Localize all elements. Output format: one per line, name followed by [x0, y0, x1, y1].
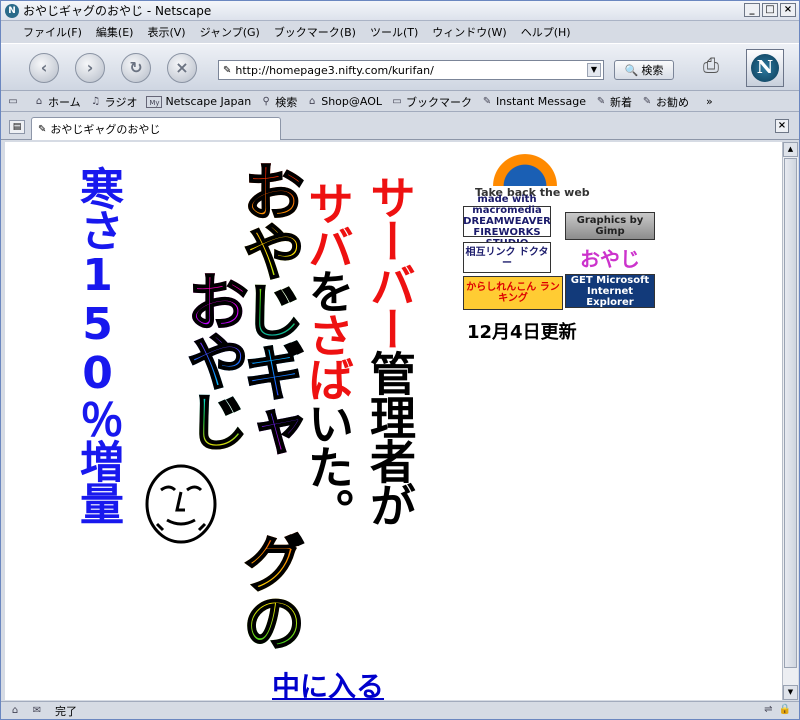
vertical-scrollbar[interactable]: ▲ ▼	[782, 142, 798, 700]
toolbar-new[interactable]: ✎ 新着	[595, 94, 632, 110]
menu-edit[interactable]: 編集(E)	[96, 24, 134, 40]
oyaji-title: おやじ	[175, 269, 250, 451]
url-dropdown-button[interactable]: ▼	[587, 63, 601, 77]
new-tab-icon[interactable]: ▤	[9, 120, 25, 134]
page-icon: ✎	[223, 64, 232, 76]
oyaji-face-drawing	[145, 464, 217, 544]
personal-toolbar: ▭ ⌂ ホーム ♫ ラジオ My Netscape Japan ⚲ 検索 ⌂ Shop@A…	[1, 92, 799, 112]
im-icon: ✎	[482, 95, 492, 107]
shop-icon: ⌂	[309, 95, 316, 107]
badge-area: Take back the web made with macromedia D…	[463, 150, 663, 320]
menu-tools[interactable]: ツール(T)	[370, 24, 418, 40]
firefox-logo[interactable]	[483, 154, 567, 186]
navigation-toolbar: ‹ › ↻ × ✎ ▼ 🔍 検索 ⎙ N	[1, 43, 799, 91]
component-bar-icon[interactable]: ⌂	[7, 705, 23, 717]
get-ie-badge[interactable]: GET Microsoft Internet Explorer	[565, 274, 655, 308]
close-tab-button[interactable]: ×	[775, 119, 789, 133]
menu-bookmarks[interactable]: ブックマーク(B)	[274, 24, 356, 40]
toolbar-search[interactable]: ⚲ 検索	[260, 94, 298, 110]
lock-icon[interactable]: 🔒	[779, 704, 791, 715]
menu-view[interactable]: 表示(V)	[147, 24, 185, 40]
menu-help[interactable]: ヘルプ(H)	[521, 24, 571, 40]
close-button[interactable]: ×	[780, 3, 796, 17]
scroll-up-button[interactable]: ▲	[783, 142, 798, 157]
toolbar-radio[interactable]: ♫ ラジオ	[90, 94, 137, 110]
toolbar-overflow[interactable]: »	[706, 95, 713, 108]
reload-button[interactable]: ↻	[121, 53, 151, 83]
gimp-badge[interactable]: Graphics by Gimp	[565, 212, 655, 240]
back-button[interactable]: ‹	[29, 53, 59, 83]
browser-window: N おやじギャグのおやじ - Netscape _ □ × ファイル(F) 編集…	[0, 0, 800, 720]
tab-icon: ▭	[8, 95, 18, 107]
search-button[interactable]: 🔍 検索	[614, 60, 674, 80]
bookmark-folder-icon: ▭	[392, 95, 402, 107]
new-icon: ✎	[596, 95, 606, 107]
netscape-logo[interactable]: N	[746, 49, 784, 87]
menu-bar: ファイル(F) 編集(E) 表示(V) ジャンプ(G) ブックマーク(B) ツー…	[1, 22, 799, 42]
saba-text: サバをさばいた。	[301, 180, 355, 532]
radio-icon: ♫	[91, 95, 101, 107]
macromedia-badge[interactable]: made with macromedia DREAMWEAVER FIREWOR…	[463, 194, 551, 249]
server-admin-text: サーバー管理者が	[363, 174, 417, 526]
my-icon: My	[146, 95, 163, 108]
menu-go[interactable]: ジャンプ(G)	[200, 24, 260, 40]
oyaji-badge[interactable]: おやじ	[565, 246, 655, 272]
magnifier-icon: 🔍	[624, 63, 639, 77]
toolbar-home[interactable]: ⌂ ホーム	[33, 94, 81, 110]
tab-active[interactable]: ✎ おやじギャグのおやじ	[31, 117, 281, 140]
updated-date: 12月4日更新	[467, 322, 577, 343]
page-icon: ✎	[38, 123, 47, 135]
status-text: 完了	[55, 704, 77, 718]
enter-link[interactable]: 中に入る	[272, 665, 384, 700]
toolbar-shop-aol[interactable]: ⌂ Shop@AOL	[306, 95, 382, 108]
print-icon[interactable]: ⎙	[697, 52, 725, 78]
maximize-button[interactable]: □	[762, 3, 778, 17]
tab-toolbar-button[interactable]: ▭	[7, 96, 19, 108]
stop-button[interactable]: ×	[167, 53, 197, 83]
forward-button[interactable]: ›	[75, 53, 105, 83]
status-bar: ⌂ ✉ 完了 ⇌ 🔒	[1, 701, 799, 719]
menu-file[interactable]: ファイル(F)	[23, 24, 82, 40]
home-icon: ⌂	[35, 95, 43, 107]
url-input[interactable]	[235, 62, 576, 78]
scroll-down-button[interactable]: ▼	[783, 685, 798, 700]
url-bar: ✎ ▼	[218, 60, 604, 80]
minimize-button[interactable]: _	[744, 3, 760, 17]
toolbar-netscape-japan[interactable]: My Netscape Japan	[146, 95, 251, 108]
search-icon: ⚲	[262, 95, 270, 107]
netscape-icon: N	[5, 3, 19, 18]
offline-icon[interactable]: ⇌	[764, 704, 772, 715]
recommend-icon: ✎	[642, 95, 652, 107]
link-doctor-badge[interactable]: 相互リンク ドクター	[463, 242, 551, 273]
menu-window[interactable]: ウィンドウ(W)	[432, 24, 506, 40]
toolbar-recommend[interactable]: ✎ お勧め	[641, 94, 689, 110]
toolbar-instant-message[interactable]: ✎ Instant Message	[481, 95, 586, 108]
cold-150-text: 寒さ150％増量	[72, 166, 123, 523]
toolbar-bookmarks[interactable]: ▭ ブックマーク	[391, 94, 472, 110]
page-content: 寒さ150％増量 おやじギャ グの おやじ サーバー管理者が サバをさばいた。 …	[5, 142, 783, 700]
scroll-thumb[interactable]	[784, 158, 797, 668]
window-title: おやじギャグのおやじ - Netscape	[23, 4, 212, 18]
title-bar: N おやじギャグのおやじ - Netscape _ □ ×	[1, 1, 799, 21]
security-icon[interactable]: ✉	[29, 705, 45, 717]
tab-bar: ▤ ✎ おやじギャグのおやじ ×	[1, 114, 799, 140]
karashi-ranking-badge[interactable]: からしれんこん ランキング	[463, 276, 563, 310]
